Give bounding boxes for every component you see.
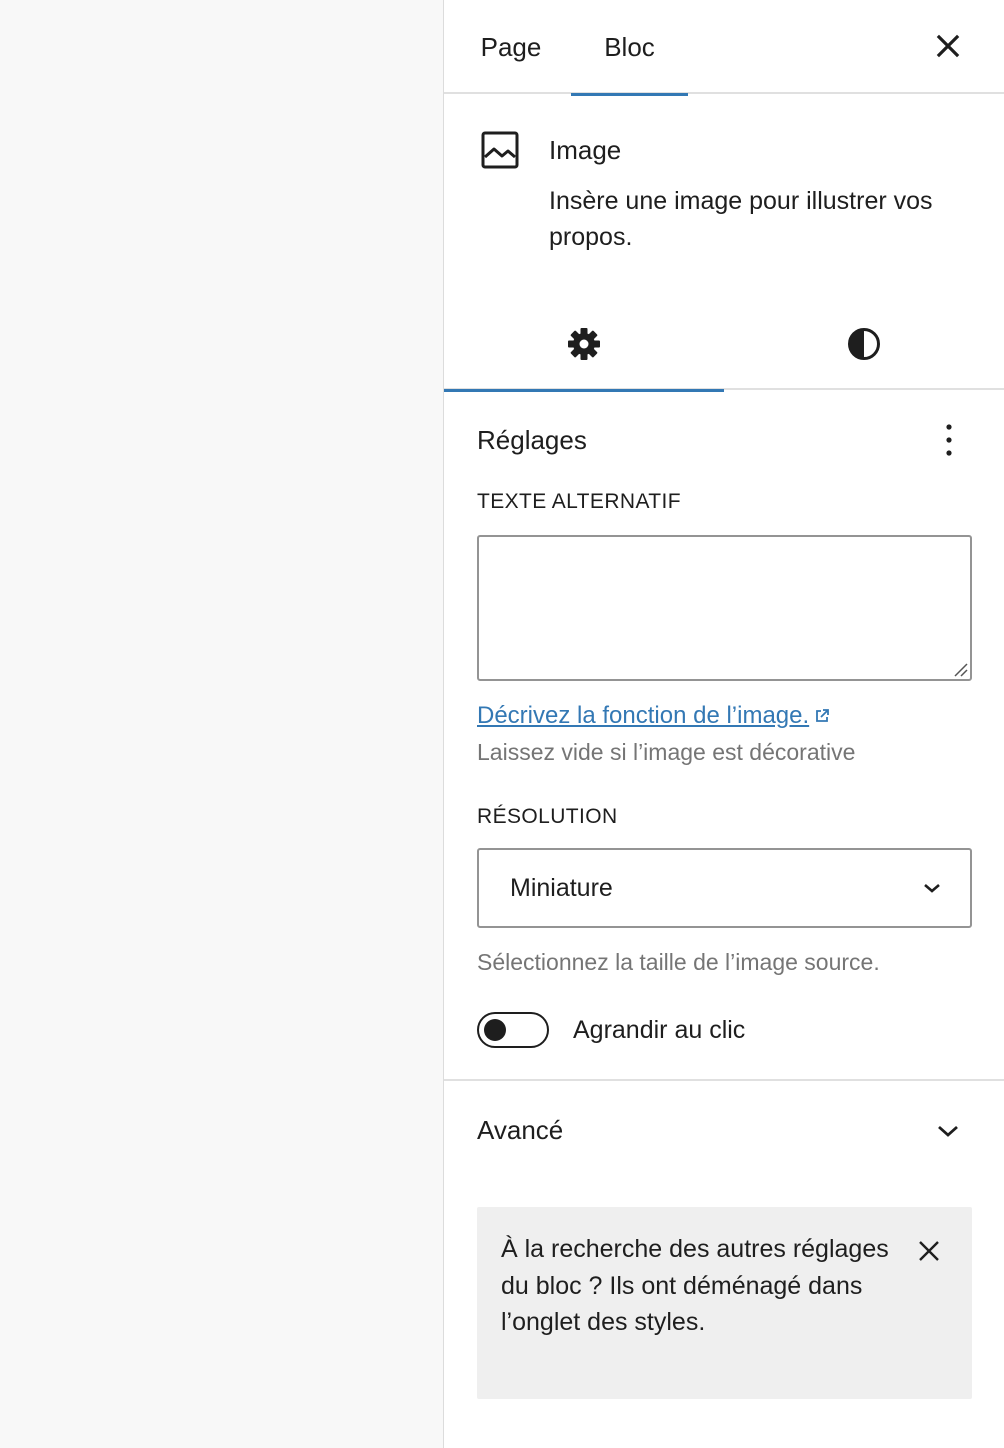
resolution-select[interactable]: Miniature <box>477 848 972 928</box>
notice-text: À la recherche des autres réglages du bl… <box>501 1235 889 1336</box>
block-inspector-tabs <box>444 298 1004 392</box>
block-description: Insère une image pour illustrer vos prop… <box>549 187 933 251</box>
lightbox-toggle[interactable] <box>477 1012 549 1048</box>
close-icon <box>919 1241 939 1261</box>
settings-panel-title: Réglages <box>477 425 587 455</box>
resolution-selected-value: Miniature <box>510 874 613 902</box>
block-title: Image <box>549 135 622 165</box>
resolution-label: RÉSOLUTION <box>477 805 618 828</box>
sidebar-tabs: Page Bloc <box>444 0 1004 96</box>
alt-text-help-link[interactable]: Décrivez la fonction de l’image. <box>477 702 831 730</box>
alt-text-help: Laissez vide si l’image est décorative <box>477 739 856 765</box>
alt-text-input[interactable] <box>477 535 972 681</box>
external-link-icon <box>816 709 830 722</box>
tab-styles[interactable] <box>724 298 1004 390</box>
resolution-help: Sélectionnez la taille de l’image source… <box>477 949 880 975</box>
gear-icon <box>568 328 600 360</box>
advanced-panel-title: Avancé <box>477 1115 564 1145</box>
toggle-knob <box>484 1019 506 1041</box>
settings-options-button[interactable] <box>934 421 964 459</box>
chevron-down-icon <box>924 884 940 893</box>
contrast-icon <box>848 328 880 360</box>
advanced-panel-toggle[interactable]: Avancé <box>444 1081 1004 1177</box>
dismiss-notice-button[interactable] <box>915 1237 943 1265</box>
image-icon <box>481 131 519 169</box>
tab-settings[interactable] <box>444 298 724 392</box>
alt-text-label: TEXTE ALTERNATIF <box>477 490 681 513</box>
styles-moved-notice: À la recherche des autres réglages du bl… <box>477 1207 972 1399</box>
chevron-down-icon <box>938 1125 958 1137</box>
tab-page[interactable]: Page <box>444 0 570 94</box>
more-vertical-icon <box>946 424 952 456</box>
alt-text-help-link-label: Décrivez la fonction de l’image. <box>477 702 810 729</box>
lightbox-toggle-label: Agrandir au clic <box>573 1016 746 1044</box>
close-sidebar-button[interactable] <box>930 28 966 64</box>
block-settings-sidebar: Page Bloc Image Insère une image pour il… <box>443 0 1004 1448</box>
tab-block[interactable]: Bloc <box>571 0 688 96</box>
editor-canvas <box>0 0 443 1448</box>
close-icon <box>936 34 960 58</box>
block-card: Image Insère une image pour illustrer vo… <box>444 96 1004 296</box>
